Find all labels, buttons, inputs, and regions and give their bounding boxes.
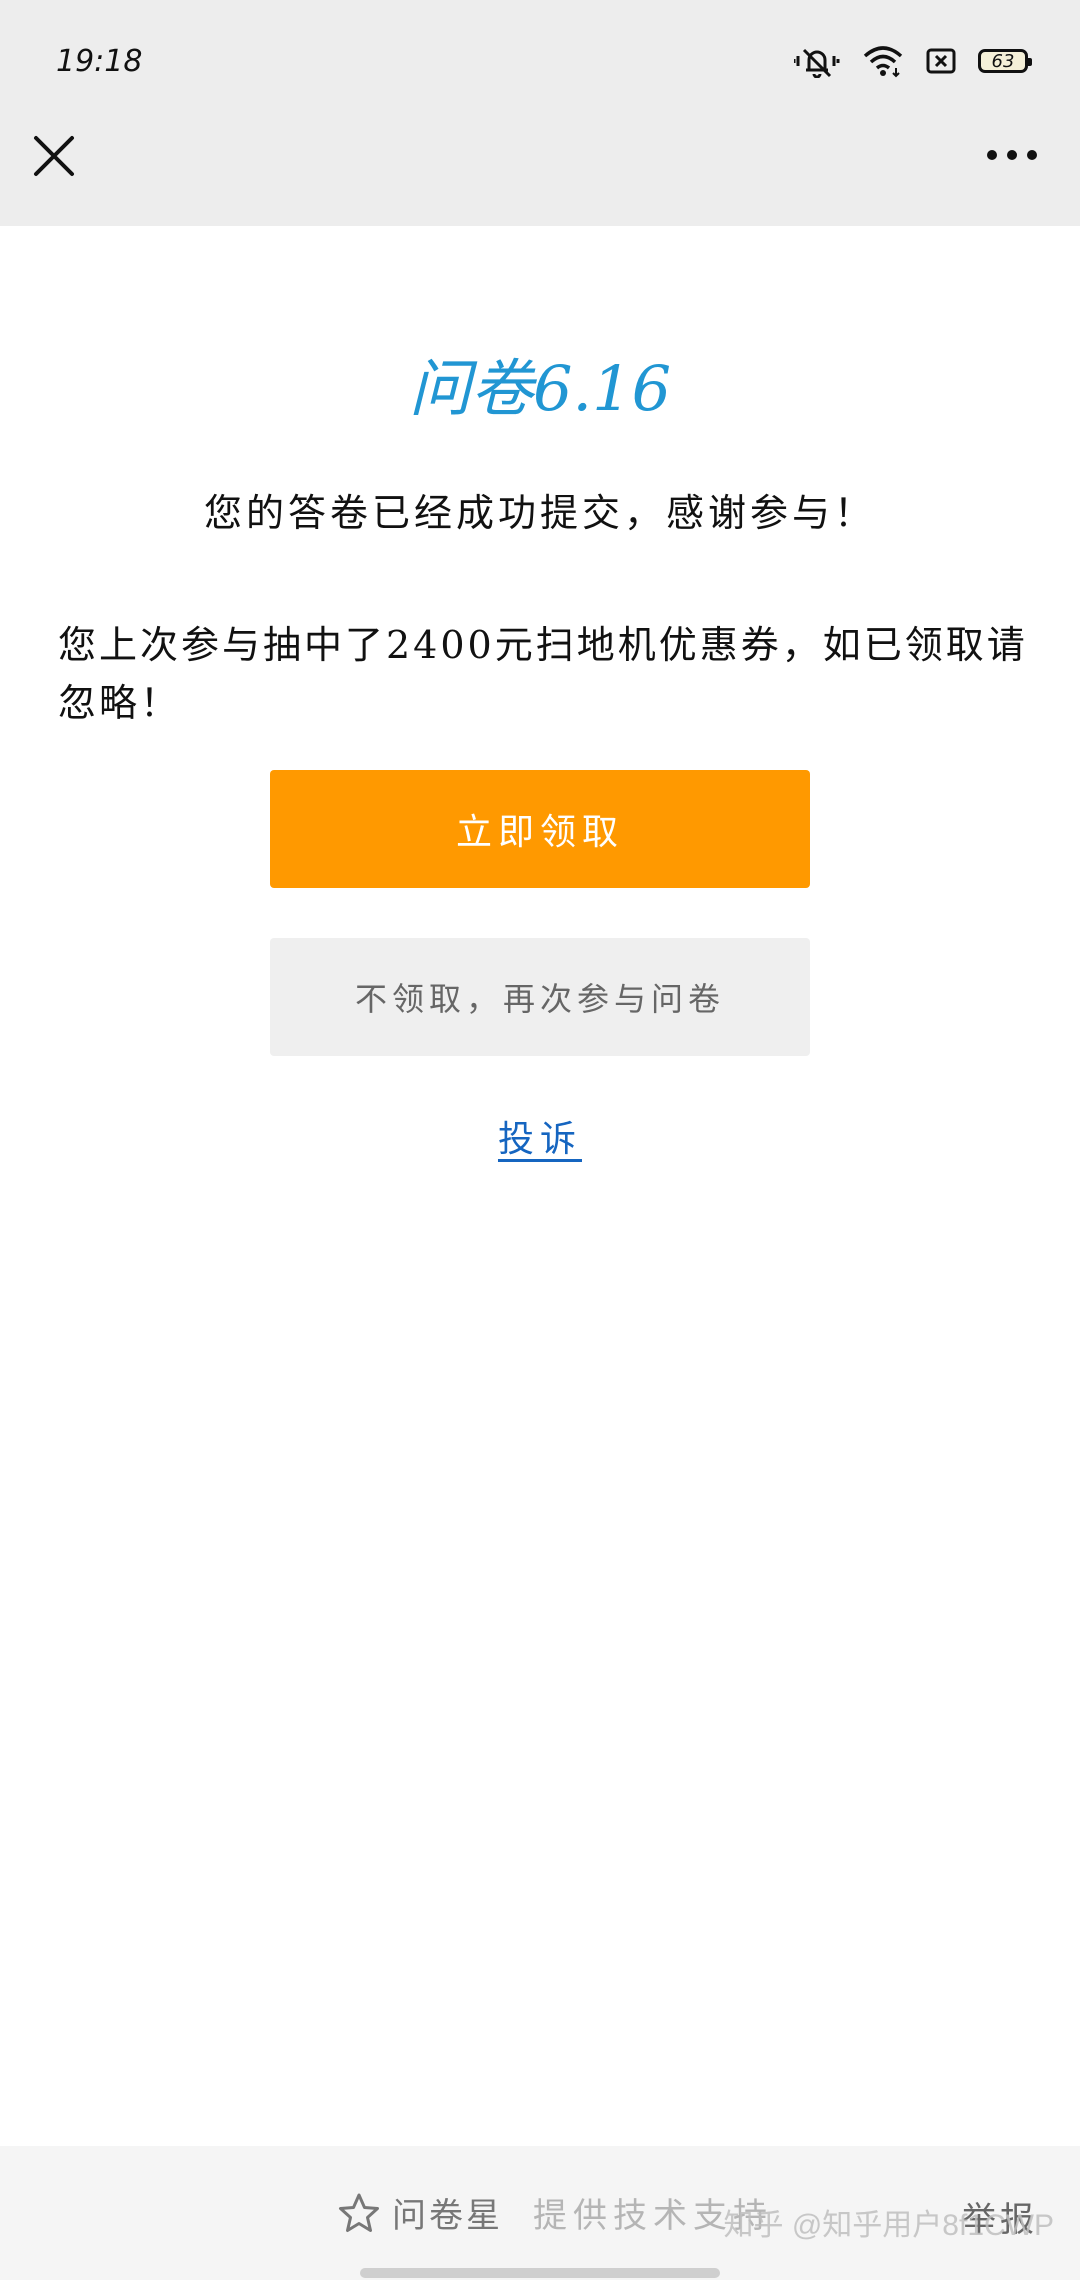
report-link[interactable]: 举报 (962, 2192, 1038, 2241)
coupon-notice: 您上次参与抽中了2400元扫地机优惠券，如已领取请忽略！ (58, 623, 1028, 725)
tech-support-text: 提供技术支持 (533, 2196, 773, 2236)
footer-brand: 问卷星 提供技术支持 (338, 2188, 773, 2237)
complain-container: 投诉 (0, 1110, 1080, 1162)
star-icon (339, 2193, 379, 2232)
retake-survey-button[interactable]: 不领取，再次参与问卷 (270, 938, 810, 1056)
brand-name: 问卷星 (392, 2196, 503, 2236)
battery-icon: 63 (978, 49, 1032, 73)
status-icons: 63 (794, 44, 1032, 78)
wifi-icon (862, 44, 904, 78)
close-button[interactable] (30, 132, 78, 180)
more-icon (987, 150, 1037, 160)
close-icon (34, 136, 74, 176)
sim-off-icon (926, 47, 956, 75)
survey-title: 问卷6.16 (408, 352, 672, 425)
footer: 问卷星 提供技术支持 举报 知乎 @知乎用户8f1CWP (0, 2146, 1080, 2280)
mute-vibrate-icon (794, 44, 840, 78)
complain-link[interactable]: 投诉 (498, 1119, 582, 1160)
submit-success-message: 您的答卷已经成功提交，感谢参与！ (203, 491, 876, 535)
home-indicator[interactable] (360, 2268, 720, 2278)
claim-now-button[interactable]: 立即领取 (270, 770, 810, 888)
more-button[interactable] (984, 140, 1040, 170)
top-bar: 19:18 63 (0, 0, 1080, 226)
status-time: 19:18 (56, 44, 143, 79)
